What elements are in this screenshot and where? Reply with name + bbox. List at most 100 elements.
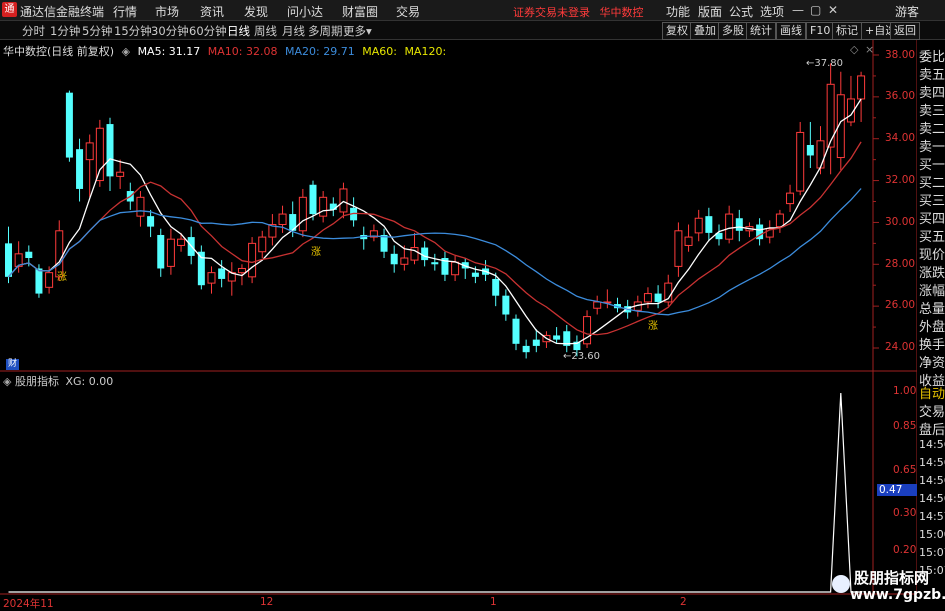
period-60min[interactable]: 60分钟 (189, 23, 227, 39)
price-tick: 26.00 (885, 299, 916, 311)
candle-body (745, 226, 754, 232)
period-1min[interactable]: 1分钟 (50, 23, 80, 39)
panel-auto[interactable]: 自动 (919, 383, 945, 402)
adjust-button[interactable]: 复权 (662, 22, 692, 40)
mark-button[interactable]: 标记 (832, 22, 862, 40)
close-chart-icon[interactable]: × (865, 43, 874, 56)
menu-wealth[interactable]: 财富圈 (342, 3, 378, 20)
f10-button[interactable]: F10 (806, 22, 835, 40)
panel-label: 卖三 (919, 104, 945, 119)
period-multi[interactable]: 多周期 (308, 23, 343, 39)
candle-body (65, 92, 73, 158)
price-tick: 36.00 (885, 90, 916, 102)
candle-body (360, 234, 368, 240)
multi-stock-button[interactable]: 多股 (718, 22, 748, 40)
period-monthly[interactable]: 月线 (282, 23, 305, 39)
period-daily[interactable]: 日线 (227, 23, 250, 39)
close-button[interactable]: ✕ (828, 3, 838, 17)
draw-line-button[interactable]: 画线 (776, 22, 806, 40)
login-warning[interactable]: 证券交易未登录 华中数控 (513, 4, 644, 20)
candle-body (553, 335, 561, 340)
indicator-name: 股朋指标 (14, 375, 59, 388)
candle-body (765, 228, 774, 238)
period-tick[interactable]: 分时 (22, 23, 45, 39)
panel-trade: 交易 (919, 405, 945, 420)
candle-body (796, 131, 805, 192)
menu-layout[interactable]: 版面 (698, 3, 722, 20)
candle-body (157, 234, 165, 269)
price-tick: 24.00 (885, 341, 916, 353)
period-weekly[interactable]: 周线 (254, 23, 277, 39)
candle-body (95, 127, 104, 182)
panel-label: 总量 (919, 302, 945, 317)
panel-label: 净资 (919, 356, 945, 371)
minimize-button[interactable]: — (792, 3, 804, 17)
candle-body (492, 278, 500, 296)
indicator-legend: ◈ 股朋指标 XG: 0.00 (3, 373, 113, 389)
menu-function[interactable]: 功能 (666, 3, 690, 20)
price-tick: 30.00 (885, 216, 916, 228)
diamond-icon[interactable]: ◇ (850, 43, 858, 56)
candle-body (654, 293, 662, 302)
back-button[interactable]: 返回 (890, 22, 920, 40)
kline-chart[interactable] (0, 0, 945, 609)
panel-label: 卖五 (919, 68, 945, 83)
candle-body (826, 83, 835, 148)
panel-time: 14:56 (919, 456, 945, 469)
menu-news[interactable]: 资讯 (200, 3, 224, 20)
restore-button[interactable]: ▢ (810, 3, 821, 17)
indicator-settings-icon[interactable]: ◈ (3, 375, 11, 388)
candle-body (846, 98, 855, 123)
candle-body (268, 224, 277, 238)
period-15min[interactable]: 15分钟 (114, 23, 152, 39)
zhang-marker-1: 涨 (57, 272, 67, 283)
candle-body (350, 207, 358, 221)
candle-body (786, 192, 795, 205)
menu-guest[interactable]: 游客 (895, 3, 919, 20)
candle-body (380, 234, 388, 252)
candle-body (85, 142, 94, 161)
menu-formula[interactable]: 公式 (729, 3, 753, 20)
candle-body (126, 191, 134, 202)
legend-ma20: MA20: 29.71 (285, 45, 355, 58)
candle-body (258, 236, 267, 253)
period-more[interactable]: 更多▾ (343, 23, 372, 39)
menu-trade[interactable]: 交易 (396, 3, 420, 20)
candle-body (633, 301, 642, 311)
panel-afterhours: 盘后 (919, 423, 945, 438)
candle-body (857, 75, 866, 100)
finance-badge[interactable]: 财 (6, 359, 19, 370)
menu-options[interactable]: 选项 (760, 3, 784, 20)
panel-time: 14:57 (919, 510, 945, 523)
watermark-logo-icon (832, 575, 850, 593)
panel-time: 15:00 (919, 528, 945, 541)
period-30min[interactable]: 30分钟 (151, 23, 189, 39)
candle-body (319, 196, 328, 217)
statistics-button[interactable]: 统计 (746, 22, 776, 40)
candle-body (806, 144, 814, 156)
candle-body (684, 236, 693, 246)
title-bar: 通 通达信金融终端 行情 市场 资讯 发现 问小达 财富圈 交易 证券交易未登录… (0, 0, 945, 21)
menu-discover[interactable]: 发现 (244, 3, 268, 20)
zhang-marker-2: 涨 (311, 247, 321, 258)
menu-market[interactable]: 市场 (155, 3, 179, 20)
legend-ma10: MA10: 32.08 (207, 45, 278, 58)
watermark: 股朋指标网 www.7gpzb.com (826, 565, 945, 609)
candle-body (390, 253, 398, 265)
ind-cursor-value: 0.47 (877, 484, 917, 496)
period-5min[interactable]: 5分钟 (82, 23, 112, 39)
candle-body (116, 171, 125, 177)
overlay-button[interactable]: 叠加 (690, 22, 720, 40)
menu-quotes[interactable]: 行情 (113, 3, 137, 20)
candle-body (177, 238, 186, 246)
app-logo-icon: 通 (2, 2, 17, 17)
panel-label: 买一 (919, 158, 945, 173)
date-label: 2 (680, 596, 687, 608)
menu-xiaoda[interactable]: 问小达 (287, 3, 323, 20)
candle-body (369, 230, 378, 238)
candle-body (5, 243, 12, 277)
candle-body (309, 184, 317, 215)
ind-tick: 1.00 (893, 385, 917, 397)
settings-icon[interactable]: ◈ (122, 45, 130, 58)
watermark-line2: www.7gpzb.com (850, 587, 945, 603)
